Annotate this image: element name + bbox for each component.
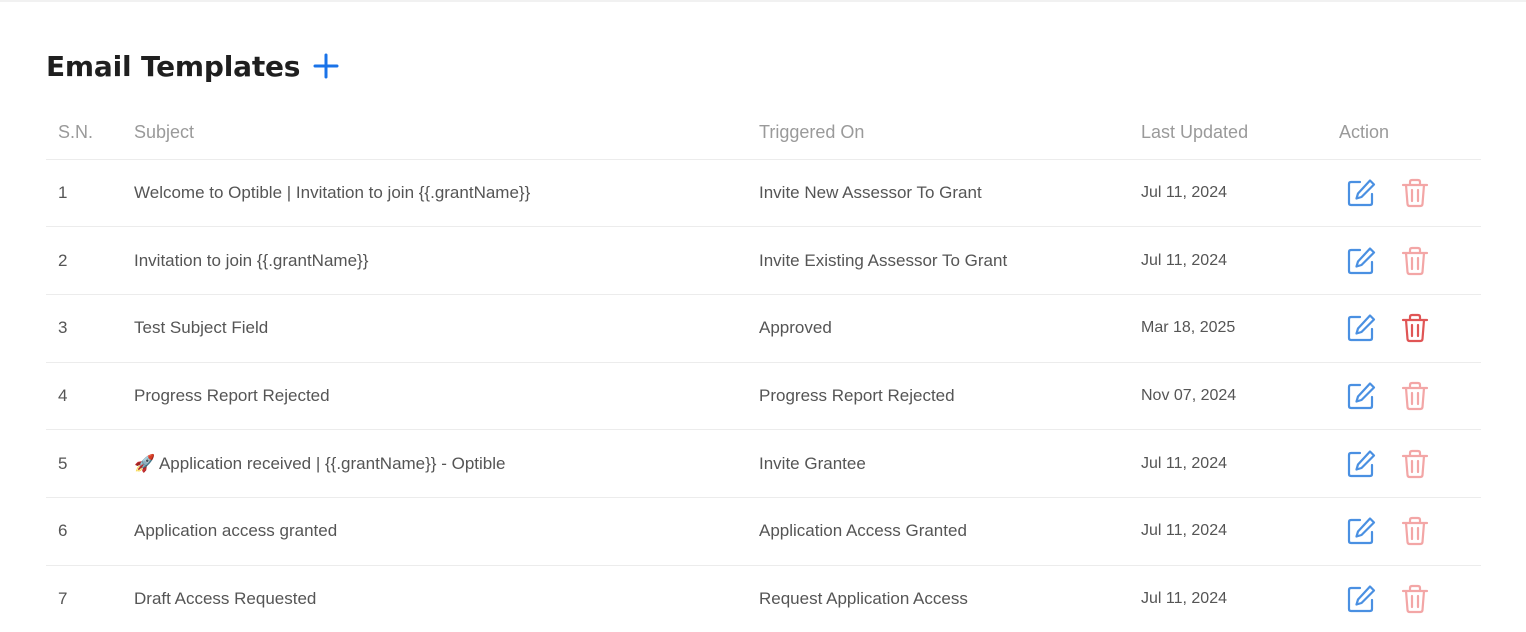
cell-triggered-on: Invite Existing Assessor To Grant [759, 226, 1141, 295]
cell-triggered-on: Invite New Assessor To Grant [759, 159, 1141, 228]
column-header-sn: S.N. [46, 106, 134, 160]
table-row: 1 Welcome to Optible | Invitation to join… [46, 159, 1481, 228]
cell-subject: Progress Report Rejected [134, 362, 759, 431]
cell-triggered-on: Approved [759, 294, 1141, 363]
cell-subject: Welcome to Optible | Invitation to join … [134, 159, 759, 228]
cell-subject: Test Subject Field [134, 294, 759, 363]
plus-icon [313, 53, 339, 79]
row-actions [1339, 448, 1481, 480]
table-row: 7 Draft Access Requested Request Applicati… [46, 565, 1481, 632]
cell-actions [1339, 497, 1481, 566]
delete-button[interactable] [1399, 583, 1431, 615]
table-row: 2 Invitation to join {{.grantName}} Invite… [46, 226, 1481, 295]
cell-actions [1339, 294, 1481, 363]
row-actions [1339, 380, 1481, 412]
delete-button[interactable] [1399, 312, 1431, 344]
cell-last-updated: Mar 18, 2025 [1141, 294, 1339, 363]
cell-sn: 1 [46, 159, 134, 228]
edit-button[interactable] [1345, 583, 1377, 615]
cell-last-updated: Nov 07, 2024 [1141, 362, 1339, 431]
trash-icon [1401, 381, 1429, 411]
cell-sn: 4 [46, 362, 134, 431]
cell-last-updated: Jul 11, 2024 [1141, 159, 1339, 228]
row-actions [1339, 312, 1481, 344]
cell-last-updated: Jul 11, 2024 [1141, 226, 1339, 295]
row-actions [1339, 583, 1481, 615]
cell-subject: 🚀 Application received | {{.grantName}} … [134, 429, 759, 498]
cell-sn: 5 [46, 429, 134, 498]
cell-actions [1339, 429, 1481, 498]
cell-last-updated: Jul 11, 2024 [1141, 429, 1339, 498]
column-header-action: Action [1339, 106, 1481, 160]
edit-button[interactable] [1345, 312, 1377, 344]
trash-icon [1401, 449, 1429, 478]
row-actions [1339, 515, 1481, 547]
email-templates-table: S.N. Subject Triggered On Last Updated A… [46, 106, 1481, 632]
table-row: 3 Test Subject Field Approved Mar 18, 2025 [46, 294, 1481, 363]
table-row: 5 🚀 Application received | {{.grantName}}… [46, 429, 1481, 498]
cell-actions [1339, 565, 1481, 632]
cell-triggered-on: Progress Report Rejected [759, 362, 1141, 431]
edit-button[interactable] [1345, 245, 1377, 277]
delete-button[interactable] [1399, 448, 1431, 480]
cell-actions [1339, 159, 1481, 228]
add-template-button[interactable] [312, 52, 340, 80]
cell-last-updated: Jul 11, 2024 [1141, 497, 1339, 566]
edit-button[interactable] [1345, 177, 1377, 209]
cell-triggered-on: Request Application Access [759, 565, 1141, 632]
page-title: Email Templates [46, 49, 301, 83]
delete-button[interactable] [1399, 177, 1431, 209]
row-actions [1339, 245, 1481, 277]
edit-button[interactable] [1345, 448, 1377, 480]
table-row: 4 Progress Report Rejected Progress Report… [46, 362, 1481, 431]
cell-subject: Draft Access Requested [134, 565, 759, 632]
cell-subject: Application access granted [134, 497, 759, 566]
page-header: Email Templates [46, 46, 340, 86]
edit-icon [1347, 314, 1376, 342]
edit-icon [1347, 585, 1376, 613]
delete-button[interactable] [1399, 245, 1431, 277]
trash-icon [1401, 246, 1429, 275]
cell-last-updated: Jul 11, 2024 [1141, 565, 1339, 632]
cell-sn: 3 [46, 294, 134, 363]
cell-sn: 7 [46, 565, 134, 632]
top-divider [0, 0, 1526, 2]
column-header-last-updated: Last Updated [1141, 106, 1339, 160]
delete-button[interactable] [1399, 380, 1431, 412]
table-row: 6 Application access granted Application A… [46, 497, 1481, 566]
column-header-subject: Subject [134, 106, 759, 160]
edit-icon [1347, 382, 1376, 410]
trash-icon [1401, 178, 1429, 207]
cell-actions [1339, 362, 1481, 431]
cell-triggered-on: Invite Grantee [759, 429, 1141, 498]
column-header-triggered-on: Triggered On [759, 106, 1141, 160]
trash-icon [1401, 517, 1429, 546]
cell-triggered-on: Application Access Granted [759, 497, 1141, 566]
edit-icon [1347, 517, 1376, 545]
table-header-row: S.N. Subject Triggered On Last Updated A… [46, 106, 1481, 160]
edit-icon [1347, 246, 1376, 274]
row-actions [1339, 177, 1481, 209]
delete-button[interactable] [1399, 515, 1431, 547]
cell-subject: Invitation to join {{.grantName}} [134, 226, 759, 295]
edit-icon [1347, 449, 1376, 477]
cell-sn: 2 [46, 226, 134, 295]
cell-sn: 6 [46, 497, 134, 566]
cell-actions [1339, 226, 1481, 295]
trash-icon [1401, 584, 1429, 614]
edit-button[interactable] [1345, 515, 1377, 547]
edit-icon [1347, 179, 1376, 206]
edit-button[interactable] [1345, 380, 1377, 412]
trash-icon [1401, 314, 1429, 343]
